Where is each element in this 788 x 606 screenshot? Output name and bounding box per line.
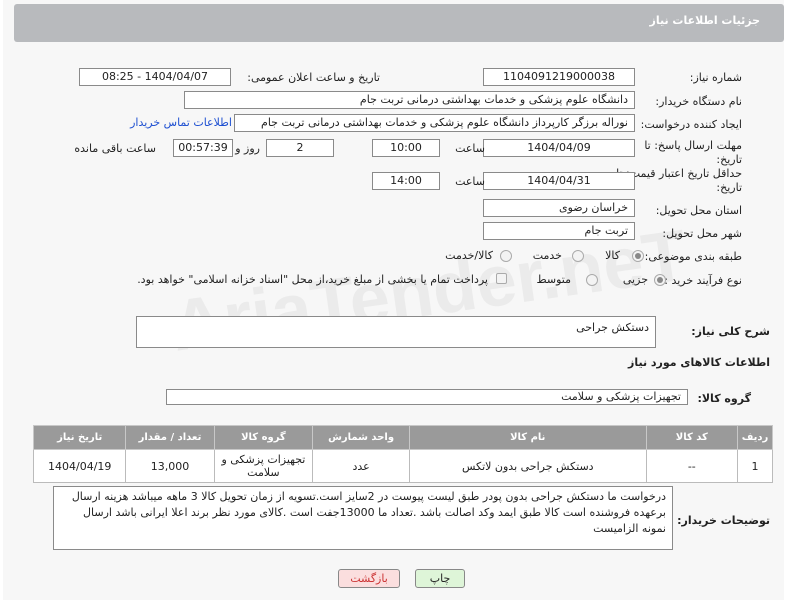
summary-label: شرح کلی نیاز: <box>691 325 770 338</box>
process-option-medium: متوسط <box>536 273 571 286</box>
buyer-org-field: دانشگاه علوم پزشکی و خدمات بهداشتی درمان… <box>184 91 635 109</box>
deadline-label: مهلت ارسال پاسخ: تا تاریخ: <box>644 139 742 166</box>
treasury-checkbox[interactable] <box>496 273 507 284</box>
category-radio-goods[interactable] <box>632 250 644 262</box>
table-row: 1 -- دستکش جراحی بدون لاتکس عدد تجهیزات … <box>32 449 774 483</box>
city-field: تربت جام <box>483 222 635 240</box>
need-number-label: شماره نیاز: <box>689 71 742 84</box>
print-button[interactable]: چاپ <box>415 569 465 588</box>
validity-time-field: 14:00 <box>372 172 440 190</box>
process-option-minor: جزیی <box>622 273 648 286</box>
remaining-label: ساعت باقی مانده <box>74 142 156 155</box>
col-date: تاریخ نیاز <box>32 425 127 450</box>
category-option-both: کالا/خدمت <box>445 249 493 262</box>
validity-date-field: 1404/04/31 <box>483 172 635 190</box>
cell-row: 1 <box>736 449 774 483</box>
cell-name: دستکش جراحی بدون لاتکس <box>408 449 647 483</box>
process-radio-medium[interactable] <box>586 274 598 286</box>
col-name: نام کالا <box>408 425 647 450</box>
days-field: 2 <box>266 139 334 157</box>
notes-field[interactable]: درخواست ما دستکش جراحی بدون پودر طبق لیس… <box>53 486 673 550</box>
payment-note: پرداخت تمام یا بخشی از مبلغ خرید،از محل … <box>137 273 488 286</box>
cell-unit: عدد <box>312 449 410 483</box>
goods-table-header: ردیف کد کالا نام کالا واحد شمارش گروه کا… <box>32 425 774 450</box>
province-field: خراسان رضوی <box>483 199 635 217</box>
announce-label: تاریخ و ساعت اعلان عمومی: <box>247 71 380 84</box>
cell-group: تجهیزات پزشکی و سلامت <box>213 449 314 483</box>
days-label: روز و <box>235 142 260 155</box>
process-radio-minor[interactable] <box>654 274 666 286</box>
cell-date: 1404/04/19 <box>32 449 127 483</box>
validity-time-label: ساعت <box>455 175 485 188</box>
col-unit: واحد شمارش <box>312 425 410 450</box>
deadline-time-label: ساعت <box>455 142 485 155</box>
summary-field[interactable]: دستکش جراحی <box>136 316 656 348</box>
process-label: نوع فرآیند خرید : <box>664 274 742 287</box>
back-button[interactable]: بازگشت <box>338 569 400 588</box>
category-option-goods: کالا <box>605 249 620 262</box>
goods-info-title: اطلاعات کالاهای مورد نیاز <box>628 356 770 369</box>
buyer-contact-link[interactable]: اطلاعات تماس خریدار <box>130 116 232 129</box>
category-radio-both[interactable] <box>500 250 512 262</box>
cell-qty: 13,000 <box>125 449 215 483</box>
province-label: استان محل تحویل: <box>655 204 742 217</box>
notes-label: توضیحات خریدار: <box>677 514 770 527</box>
deadline-time-field: 10:00 <box>372 139 440 157</box>
category-option-service: خدمت <box>532 249 562 262</box>
city-label: شهر محل تحویل: <box>662 227 742 240</box>
remaining-time-field: 00:57:39 <box>173 139 233 157</box>
category-radio-service[interactable] <box>572 250 584 262</box>
col-code: کد کالا <box>645 425 738 450</box>
requester-field: نوراله برزگر کارپرداز دانشگاه علوم پزشکی… <box>234 114 635 132</box>
col-group: گروه کالا <box>213 425 314 450</box>
goods-group-label: گروه کالا: <box>697 392 751 405</box>
category-label: طبقه بندی موضوعی: <box>644 250 742 263</box>
col-qty: تعداد / مقدار <box>125 425 215 450</box>
col-row: ردیف <box>736 425 774 450</box>
header-title: جزئیات اطلاعات نیاز <box>649 14 761 27</box>
cell-code: -- <box>645 449 738 483</box>
announce-field: 1404/04/07 - 08:25 <box>79 68 231 86</box>
need-number-field: 1104091219000038 <box>483 68 635 86</box>
goods-group-field: تجهیزات پزشکی و سلامت <box>166 389 688 405</box>
buyer-org-label: نام دستگاه خریدار: <box>655 95 742 108</box>
requester-label: ایجاد کننده درخواست: <box>640 118 742 131</box>
deadline-date-field: 1404/04/09 <box>483 139 635 157</box>
goods-table: ردیف کد کالا نام کالا واحد شمارش گروه کا… <box>32 425 774 483</box>
